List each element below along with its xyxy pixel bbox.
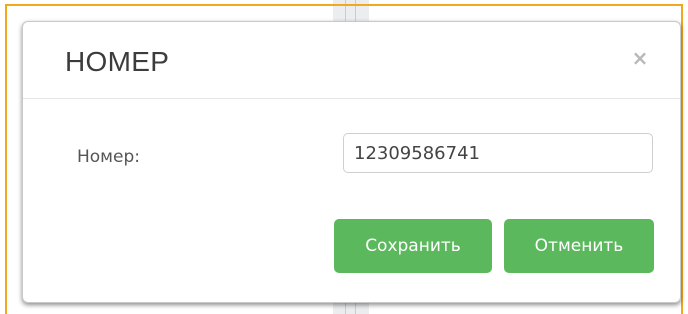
close-icon[interactable]: × xyxy=(630,48,650,68)
number-input[interactable] xyxy=(343,133,653,173)
save-button[interactable]: Сохранить xyxy=(334,219,492,273)
number-field-label: Номер: xyxy=(77,147,140,167)
cancel-button[interactable]: Отменить xyxy=(504,219,654,273)
number-dialog: НОМЕР × Номер: Сохранить Отменить xyxy=(22,21,681,303)
dialog-title: НОМЕР xyxy=(65,46,170,77)
dialog-header: НОМЕР × xyxy=(23,22,680,99)
